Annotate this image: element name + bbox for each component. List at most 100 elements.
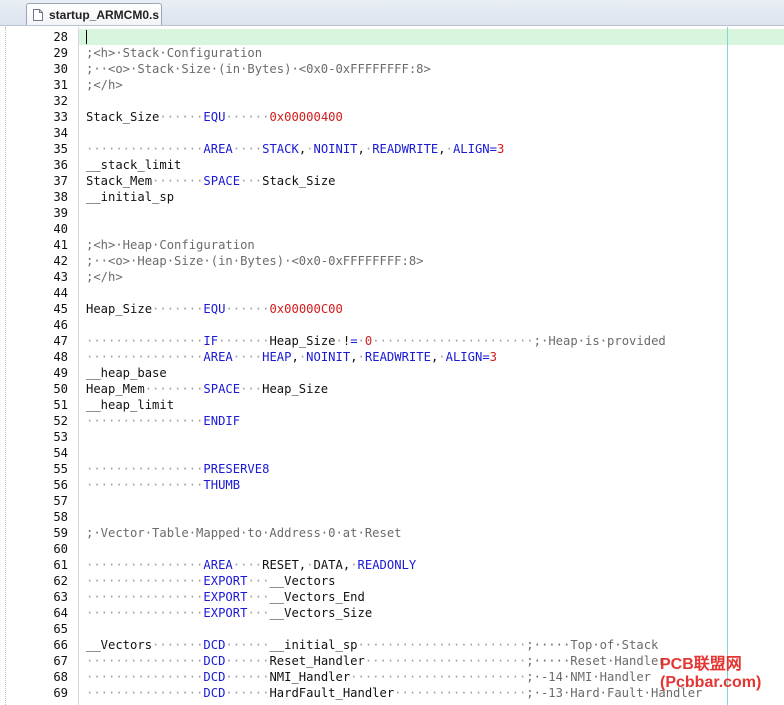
code-line[interactable]: 59 ;·Vector·Table·Mapped·to·Address·0·at·… — [0, 525, 784, 541]
line-number: 35 — [53, 142, 68, 156]
code-line[interactable]: 52 ················ENDIF — [0, 413, 784, 429]
line-text[interactable]: Stack_Mem·······SPACE···Stack_Size — [86, 173, 336, 189]
line-number: 37 — [53, 174, 68, 188]
line-number: 56 — [53, 478, 68, 492]
line-text[interactable]: ················AREA····STACK,·NOINIT,·R… — [86, 141, 504, 157]
code-line[interactable]: 50 Heap_Mem········SPACE···Heap_Size — [0, 381, 784, 397]
line-text[interactable]: ;</h> — [86, 77, 123, 93]
code-line[interactable]: 38 __initial_sp — [0, 189, 784, 205]
line-text[interactable]: __heap_base — [86, 365, 167, 381]
code-line[interactable]: 36 __stack_limit — [0, 157, 784, 173]
code-line[interactable]: 48 ················AREA····HEAP,·NOINIT,·… — [0, 349, 784, 365]
line-number: 58 — [53, 510, 68, 524]
line-text[interactable]: ················DCD······NMI_Handler····… — [86, 669, 651, 685]
code-line[interactable]: 30 ;··<o>·Stack·Size·(in·Bytes)·<0x0-0xFF… — [0, 61, 784, 77]
code-line[interactable]: 51 __heap_limit — [0, 397, 784, 413]
line-number: 59 — [53, 526, 68, 540]
code-line[interactable]: 60 — [0, 541, 784, 557]
code-line[interactable]: 62 ················EXPORT···__Vectors — [0, 573, 784, 589]
line-text[interactable]: ················EXPORT···__Vectors — [86, 573, 336, 589]
code-line[interactable]: 64 ················EXPORT···__Vectors_Siz… — [0, 605, 784, 621]
line-text[interactable]: __Vectors·······DCD······__initial_sp···… — [86, 637, 658, 653]
line-text[interactable]: ················DCD······HardFault_Handl… — [86, 685, 702, 701]
line-text[interactable]: __heap_limit — [86, 397, 174, 413]
code-line[interactable]: 61 ················AREA····RESET,·DATA,·R… — [0, 557, 784, 573]
line-number: 34 — [53, 126, 68, 140]
line-number: 28 — [53, 30, 68, 44]
code-editor[interactable]: 28 29 ;<h>·Stack·Configuration 30 ;··<o>·Sta… — [0, 27, 784, 705]
line-number: 49 — [53, 366, 68, 380]
code-line[interactable]: 31 ;</h> — [0, 77, 784, 93]
code-line[interactable]: 39 — [0, 205, 784, 221]
line-number: 32 — [53, 94, 68, 108]
tab-startup-file[interactable]: startup_ARMCM0.s — [26, 3, 162, 25]
code-line[interactable]: 35 ················AREA····STACK,·NOINIT,… — [0, 141, 784, 157]
line-text[interactable]: Stack_Size······EQU······0x00000400 — [86, 109, 343, 125]
code-lines[interactable]: 28 29 ;<h>·Stack·Configuration 30 ;··<o>·Sta… — [0, 29, 784, 701]
line-number: 40 — [53, 222, 68, 236]
line-number: 47 — [53, 334, 68, 348]
code-line[interactable]: 47 ················IF·······Heap_Size·!=·… — [0, 333, 784, 349]
line-number: 52 — [53, 414, 68, 428]
code-line[interactable]: 43 ;</h> — [0, 269, 784, 285]
line-number: 33 — [53, 110, 68, 124]
code-line[interactable]: 55 ················PRESERVE8 — [0, 461, 784, 477]
line-text[interactable]: ;··<o>·Heap·Size·(in·Bytes)·<0x0-0xFFFFF… — [86, 253, 424, 269]
line-text[interactable]: ;<h>·Heap·Configuration — [86, 237, 255, 253]
line-number: 30 — [53, 62, 68, 76]
line-number: 48 — [53, 350, 68, 364]
line-number: 46 — [53, 318, 68, 332]
code-line[interactable]: 45 Heap_Size·······EQU······0x00000C00 — [0, 301, 784, 317]
code-line[interactable]: 37 Stack_Mem·······SPACE···Stack_Size — [0, 173, 784, 189]
line-text[interactable]: Heap_Mem········SPACE···Heap_Size — [86, 381, 328, 397]
code-line[interactable]: 42 ;··<o>·Heap·Size·(in·Bytes)·<0x0-0xFFF… — [0, 253, 784, 269]
line-number: 69 — [53, 686, 68, 700]
code-line[interactable]: 65 — [0, 621, 784, 637]
line-number: 55 — [53, 462, 68, 476]
line-text[interactable]: ················AREA····HEAP,·NOINIT,·RE… — [86, 349, 497, 365]
line-text[interactable]: ················ENDIF — [86, 413, 240, 429]
code-line[interactable]: 57 — [0, 493, 784, 509]
line-text[interactable]: ················EXPORT···__Vectors_Size — [86, 605, 372, 621]
code-line[interactable]: 34 — [0, 125, 784, 141]
line-number: 31 — [53, 78, 68, 92]
code-line[interactable]: 58 — [0, 509, 784, 525]
line-number: 51 — [53, 398, 68, 412]
line-number: 53 — [53, 430, 68, 444]
line-text[interactable]: ················PRESERVE8 — [86, 461, 269, 477]
code-line[interactable]: 53 — [0, 429, 784, 445]
line-number: 57 — [53, 494, 68, 508]
code-line[interactable]: 46 — [0, 317, 784, 333]
line-number: 64 — [53, 606, 68, 620]
line-text[interactable]: ················IF·······Heap_Size·!=·0·… — [86, 333, 666, 349]
code-line[interactable]: 54 — [0, 445, 784, 461]
line-text[interactable]: __stack_limit — [86, 157, 181, 173]
code-line[interactable]: 49 __heap_base — [0, 365, 784, 381]
line-text[interactable]: __initial_sp — [86, 189, 174, 205]
code-line[interactable]: 29 ;<h>·Stack·Configuration — [0, 45, 784, 61]
code-line[interactable]: 40 — [0, 221, 784, 237]
code-line[interactable]: 56 ················THUMB — [0, 477, 784, 493]
line-text[interactable]: ················AREA····RESET,·DATA,·REA… — [86, 557, 416, 573]
code-line[interactable]: 63 ················EXPORT···__Vectors_End — [0, 589, 784, 605]
line-text[interactable]: ················EXPORT···__Vectors_End — [86, 589, 365, 605]
line-text[interactable]: ················DCD······Reset_Handler··… — [86, 653, 666, 669]
line-text[interactable]: ;·Vector·Table·Mapped·to·Address·0·at·Re… — [86, 525, 402, 541]
code-line[interactable]: 44 — [0, 285, 784, 301]
document-icon — [33, 8, 43, 21]
code-line[interactable]: 41 ;<h>·Heap·Configuration — [0, 237, 784, 253]
line-number: 38 — [53, 190, 68, 204]
code-line[interactable]: 33 Stack_Size······EQU······0x00000400 — [0, 109, 784, 125]
watermark: PCB联盟网(Pcbbar.com) — [660, 656, 762, 691]
line-number: 50 — [53, 382, 68, 396]
line-number: 41 — [53, 238, 68, 252]
tab-label: startup_ARMCM0.s — [49, 7, 160, 22]
line-text[interactable]: ················THUMB — [86, 477, 240, 493]
line-text[interactable]: Heap_Size·······EQU······0x00000C00 — [86, 301, 343, 317]
line-text[interactable]: ;<h>·Stack·Configuration — [86, 45, 262, 61]
code-line[interactable]: 28 — [0, 29, 784, 45]
line-text[interactable]: ;··<o>·Stack·Size·(in·Bytes)·<0x0-0xFFFF… — [86, 61, 431, 77]
line-text[interactable]: ;</h> — [86, 269, 123, 285]
line-number: 61 — [53, 558, 68, 572]
code-line[interactable]: 32 — [0, 93, 784, 109]
